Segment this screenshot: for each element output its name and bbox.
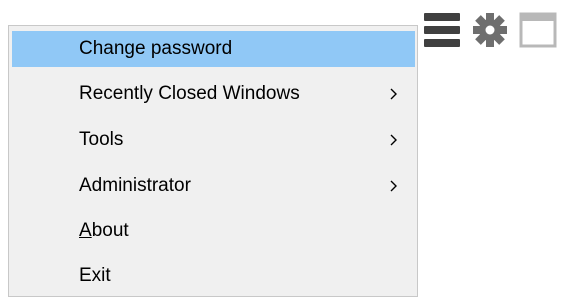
menu-item-label: Exit xyxy=(79,265,111,286)
menu-item-label: Recently Closed Windows xyxy=(79,83,300,104)
menu-item-label: About xyxy=(79,220,129,242)
menu-item-recently-closed-windows[interactable]: Recently Closed Windows xyxy=(12,76,415,112)
menu-item-about[interactable]: About xyxy=(12,213,415,249)
menu-item-label: Change password xyxy=(79,38,233,59)
hamburger-menu-button[interactable] xyxy=(420,8,464,52)
access-key: A xyxy=(79,220,92,241)
menu-item-change-password[interactable]: Change password xyxy=(12,31,415,67)
hamburger-icon xyxy=(422,10,462,50)
menu-item-exit[interactable]: Exit xyxy=(12,258,415,294)
toolbar xyxy=(420,8,560,58)
settings-button[interactable] xyxy=(468,8,512,52)
chevron-right-icon xyxy=(388,176,400,196)
context-menu: Change password Recently Closed Windows … xyxy=(8,25,418,297)
menu-item-tools[interactable]: Tools xyxy=(12,122,415,158)
window-button[interactable] xyxy=(516,8,560,52)
menu-item-label: Administrator xyxy=(79,175,191,196)
chevron-right-icon xyxy=(388,84,400,104)
window-icon xyxy=(518,10,558,50)
menu-item-label-rest: bout xyxy=(91,220,129,241)
gear-icon xyxy=(471,11,509,49)
chevron-right-icon xyxy=(388,130,400,150)
menu-item-label: Tools xyxy=(79,129,124,150)
menu-item-administrator[interactable]: Administrator xyxy=(12,168,415,204)
